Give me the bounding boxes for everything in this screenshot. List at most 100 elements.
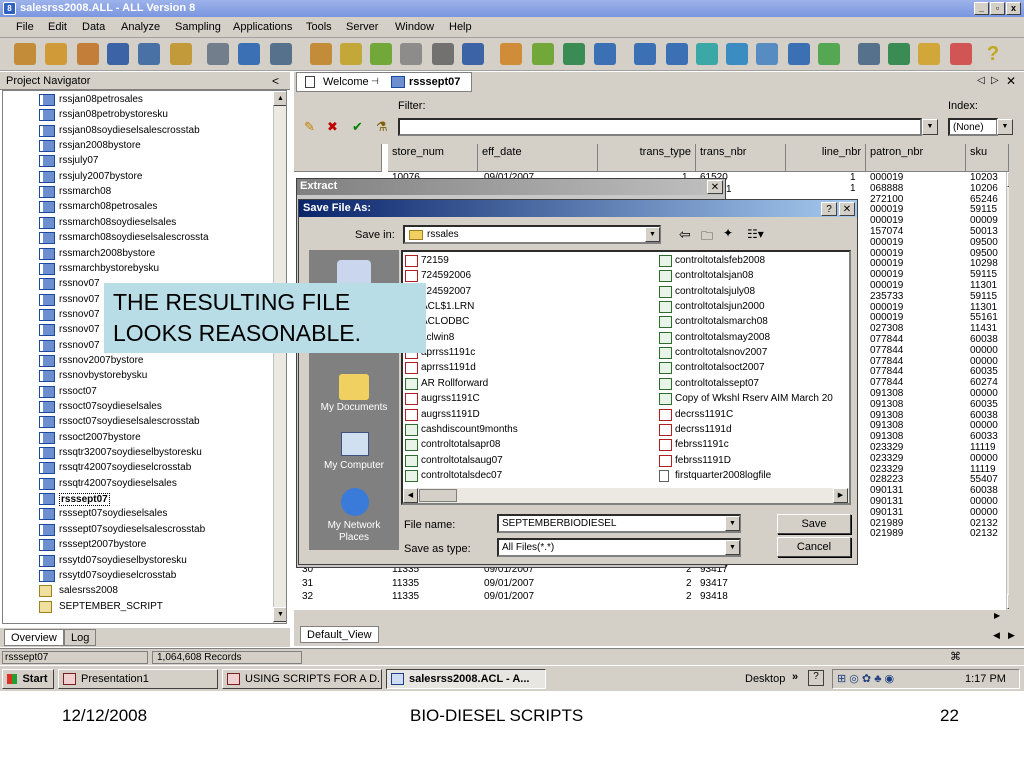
save-dialog-close-icon[interactable]: ✕	[839, 202, 855, 216]
up-folder-icon[interactable]: 🗀	[701, 227, 713, 248]
extract-close-icon[interactable]: ✕	[707, 180, 723, 194]
add-column-icon[interactable]	[370, 43, 392, 65]
notes-icon[interactable]	[340, 43, 362, 65]
task-presentation[interactable]: Presentation1	[58, 669, 218, 689]
view-right-icon[interactable]: ▶	[1008, 630, 1015, 641]
desktop-toolbar[interactable]: Desktop	[745, 673, 785, 685]
apply-filter-icon[interactable]: ✔	[352, 119, 363, 135]
cell-trans[interactable]: 93418	[700, 591, 728, 606]
join-icon[interactable]	[696, 43, 718, 65]
cell-row[interactable]: 32	[302, 591, 313, 606]
tab-default-view[interactable]: Default_View	[300, 626, 379, 643]
stratify-icon[interactable]	[532, 43, 554, 65]
variable-icon[interactable]	[462, 43, 484, 65]
close-button[interactable]: x	[1006, 2, 1021, 15]
histogram-icon[interactable]	[563, 43, 585, 65]
verify-icon[interactable]	[500, 43, 522, 65]
new-folder-icon[interactable]: ✦	[723, 226, 733, 240]
menu-sampling[interactable]: Sampling	[175, 21, 221, 33]
open-table-icon[interactable]	[45, 43, 67, 65]
cell-sku[interactable]: 02132	[970, 528, 998, 543]
preview-icon[interactable]	[170, 43, 192, 65]
cell-patron[interactable]: 021989	[870, 528, 903, 543]
view-menu-icon[interactable]: ☷▾	[747, 227, 764, 241]
cell-line[interactable]: 1	[850, 183, 856, 198]
file-name-dropdown-icon[interactable]: ▼	[725, 516, 740, 531]
restore-button[interactable]: ▫	[990, 2, 1005, 15]
grid-scroll-down-icon[interactable]: ▼	[1007, 594, 1009, 609]
columns-icon[interactable]	[666, 43, 688, 65]
grid-hscroll[interactable]: ▶	[294, 610, 1009, 626]
tab-left-icon[interactable]: ◁	[977, 75, 985, 86]
place-my-network[interactable]: My Network Places	[309, 520, 399, 544]
toolbar-expand-icon[interactable]: »	[792, 671, 798, 683]
pin-icon[interactable]: ⊣	[371, 76, 379, 87]
cell-date[interactable]: 09/01/2007	[484, 591, 534, 606]
col-patron-nbr[interactable]: patron_nbr	[866, 144, 966, 172]
filter-dropdown-icon[interactable]: ▼	[922, 119, 938, 135]
save-type-select[interactable]: All Files(*.*)	[497, 538, 741, 557]
print-icon[interactable]	[138, 43, 160, 65]
task-acl[interactable]: salesrss2008.ACL - A...	[386, 669, 546, 689]
edit-icon[interactable]	[310, 43, 332, 65]
table-layout-icon[interactable]	[238, 43, 260, 65]
file-name-input[interactable]: SEPTEMBERBIODIESEL	[497, 514, 741, 533]
copy-icon[interactable]	[888, 43, 910, 65]
menu-window[interactable]: Window	[395, 21, 434, 33]
percent-icon[interactable]	[594, 43, 616, 65]
tree-scrollbar[interactable]: ▲ ▼	[273, 91, 286, 623]
minimize-button[interactable]: _	[974, 2, 989, 15]
count-icon[interactable]	[788, 43, 810, 65]
file-scroll-right-icon[interactable]: ▶	[833, 488, 848, 503]
crosstab-icon[interactable]	[818, 43, 840, 65]
save-in-dropdown-icon[interactable]: ▼	[645, 227, 660, 242]
menu-file[interactable]: File	[16, 21, 34, 33]
cell-store[interactable]: 11335	[392, 591, 419, 606]
menu-help[interactable]: Help	[449, 21, 472, 33]
start-button[interactable]: Start	[2, 669, 54, 689]
help-question-icon[interactable]: ?	[982, 43, 1004, 65]
menu-analyze[interactable]: Analyze	[121, 21, 160, 33]
grid-scroll-up-icon[interactable]: ▲	[1007, 172, 1009, 187]
menu-server[interactable]: Server	[346, 21, 378, 33]
index-select[interactable]: (None)	[948, 118, 998, 136]
scroll-down-icon[interactable]: ▼	[273, 607, 286, 622]
grid-scrollbar[interactable]: ▲ ▼	[1006, 172, 1009, 610]
tab-welcome[interactable]: Welcome	[323, 76, 369, 88]
back-icon[interactable]: ⇦	[679, 226, 691, 243]
cancel-button[interactable]: Cancel	[777, 537, 851, 557]
hscroll-right-icon[interactable]: ▶	[994, 611, 1000, 620]
menu-data[interactable]: Data	[82, 21, 105, 33]
edit-column-icon[interactable]	[400, 43, 422, 65]
sequence-icon[interactable]	[726, 43, 748, 65]
menu-tools[interactable]: Tools	[306, 21, 332, 33]
open-project-icon[interactable]	[14, 43, 36, 65]
abc-icon[interactable]	[756, 43, 778, 65]
tab-rsssept07[interactable]: rsssept07	[409, 76, 460, 88]
col-eff-date[interactable]: eff_date	[478, 144, 598, 172]
col-trans-nbr[interactable]: trans_nbr	[696, 144, 786, 172]
col-trans-type[interactable]: trans_type	[598, 144, 696, 172]
save-button[interactable]: Save	[777, 514, 851, 534]
cell-type[interactable]: 2	[686, 591, 692, 606]
place-my-computer[interactable]: My Computer	[309, 460, 399, 471]
save-type-dropdown-icon[interactable]: ▼	[725, 540, 740, 555]
col-line-nbr[interactable]: line_nbr	[786, 144, 866, 172]
filter-icon[interactable]	[432, 43, 454, 65]
index-dropdown-icon[interactable]: ▼	[997, 119, 1013, 135]
script-icon[interactable]	[918, 43, 940, 65]
network-icon[interactable]	[341, 488, 369, 516]
tab-log[interactable]: Log	[64, 629, 97, 646]
menu-edit[interactable]: Edit	[48, 21, 67, 33]
task-using-scripts[interactable]: USING SCRIPTS FOR A D...	[222, 669, 382, 689]
file-scroll-thumb[interactable]	[419, 489, 457, 502]
file-scroll-left-icon[interactable]: ◀	[403, 488, 418, 503]
windows-icon[interactable]	[950, 43, 972, 65]
tab-overview[interactable]: Overview	[4, 629, 64, 646]
col-sku[interactable]: sku	[966, 144, 1009, 172]
help-icon[interactable]: ?	[821, 202, 837, 216]
collapse-navigator-button[interactable]: <	[272, 74, 279, 88]
filter-history-icon[interactable]: ⚗	[376, 119, 388, 135]
close-table-icon[interactable]	[77, 43, 99, 65]
remove-filter-icon[interactable]: ✖	[327, 119, 338, 135]
